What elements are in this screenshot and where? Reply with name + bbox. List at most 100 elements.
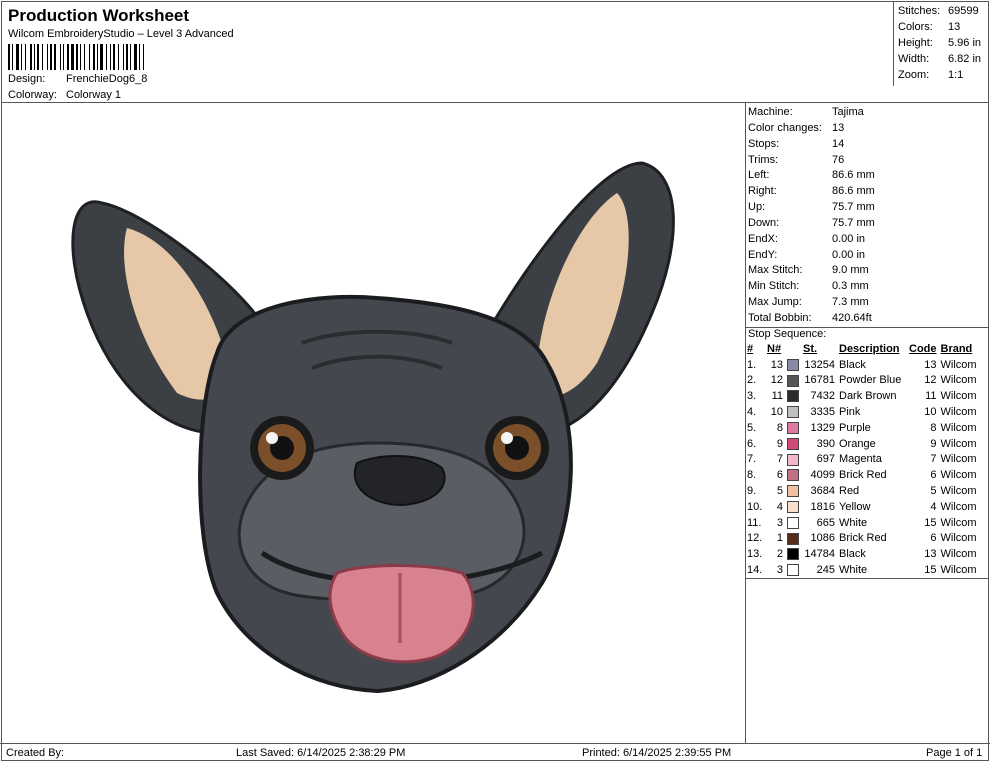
color-swatch — [785, 531, 801, 547]
col-swatch-header — [785, 341, 801, 357]
row-index: 8. — [747, 469, 757, 482]
row-index: 13. — [747, 548, 763, 561]
color-description: Black — [839, 358, 866, 371]
stitch-count: 3684 — [810, 485, 835, 498]
trims-value: 76 — [832, 154, 845, 166]
swatch-square — [787, 516, 799, 529]
design-label: Design: — [8, 73, 46, 85]
stops-value: 14 — [832, 138, 845, 150]
down-label: Down: — [748, 217, 780, 229]
table-row: 11. 3 665 White 15 Wilcom — [745, 515, 979, 531]
needle-number: 8 — [776, 421, 783, 434]
row-index: 3. — [747, 390, 757, 403]
total-bobbin-value: 420.64ft — [832, 312, 872, 324]
stop-table-divider — [746, 578, 989, 579]
table-row: 10. 4 1816 Yellow 4 Wilcom — [745, 499, 979, 515]
last-saved: Last Saved: 6/14/2025 2:38:29 PM — [236, 747, 406, 759]
table-row: 8. 6 4099 Brick Red 6 Wilcom — [745, 467, 979, 483]
thread-brand: Wilcom — [940, 453, 977, 466]
color-code: 8 — [930, 421, 937, 434]
row-index: 14. — [747, 564, 763, 577]
design-value: FrenchieDog6_8 — [66, 73, 148, 85]
endy-value: 0.00 in — [832, 249, 866, 261]
color-code: 6 — [930, 469, 937, 482]
color-swatch — [785, 436, 801, 452]
swatch-square — [787, 548, 799, 561]
color-code: 5 — [930, 485, 937, 498]
width-label: Width: — [898, 53, 930, 65]
row-index: 9. — [747, 485, 757, 498]
needle-number: 12 — [770, 374, 783, 387]
stitch-count: 390 — [816, 437, 835, 450]
table-row: 12. 1 1086 Brick Red 6 Wilcom — [745, 531, 979, 547]
color-swatch — [785, 357, 801, 373]
stop-sequence-table: # N# St. Description Code Brand 1. 13 1325… — [745, 341, 979, 578]
needle-number: 3 — [776, 516, 783, 529]
min-stitch-value: 0.3 mm — [832, 280, 869, 292]
stitch-count: 4099 — [810, 469, 835, 482]
swatch-square — [787, 532, 799, 545]
swatch-square — [787, 421, 799, 434]
up-label: Up: — [748, 201, 766, 213]
needle-number: 13 — [770, 358, 783, 371]
needle-number: 6 — [776, 469, 783, 482]
swatch-square — [787, 500, 799, 513]
page-number: Page 1 of 1 — [926, 747, 983, 759]
color-swatch — [785, 515, 801, 531]
color-description: Magenta — [839, 453, 882, 466]
stitch-count: 1086 — [810, 532, 835, 545]
col-stitches-header: St. — [803, 342, 818, 355]
table-row: 7. 7 697 Magenta 7 Wilcom — [745, 452, 979, 468]
needle-number: 2 — [776, 548, 783, 561]
swatch-square — [787, 374, 799, 387]
row-index: 2. — [747, 374, 757, 387]
total-bobbin-label: Total Bobbin: — [748, 312, 812, 324]
printed-date: Printed: 6/14/2025 2:39:55 PM — [582, 747, 732, 759]
stops-label: Stops: — [748, 138, 780, 150]
thread-brand: Wilcom — [940, 532, 977, 545]
height-label: Height: — [898, 37, 933, 49]
col-brand-header: Brand — [940, 342, 973, 355]
col-needle-header: N# — [767, 342, 782, 355]
colorway-label: Colorway: — [8, 89, 57, 101]
color-code: 10 — [924, 406, 937, 419]
color-code: 13 — [924, 548, 937, 561]
stitches-label: Stitches: — [898, 5, 941, 17]
zoom-value: 1:1 — [948, 69, 964, 81]
row-index: 1. — [747, 358, 757, 371]
table-row: 1. 13 13254 Black 13 Wilcom — [745, 357, 979, 373]
colors-value: 13 — [948, 21, 961, 33]
stitch-count: 1329 — [810, 421, 835, 434]
color-code: 6 — [930, 532, 937, 545]
color-code: 9 — [930, 437, 937, 450]
color-description: Orange — [839, 437, 876, 450]
zoom-label: Zoom: — [898, 69, 930, 81]
stitch-count: 13254 — [804, 358, 835, 371]
color-description: Brick Red — [839, 532, 887, 545]
color-description: Brick Red — [839, 469, 887, 482]
needle-number: 1 — [776, 532, 783, 545]
color-swatch — [785, 420, 801, 436]
needle-number: 7 — [776, 453, 783, 466]
color-description: Yellow — [839, 500, 871, 513]
color-code: 15 — [924, 516, 937, 529]
color-description: Red — [839, 485, 860, 498]
stitches-value: 69599 — [948, 5, 979, 17]
stitch-count: 665 — [816, 516, 835, 529]
color-description: Powder Blue — [839, 374, 902, 387]
needle-number: 5 — [776, 485, 783, 498]
thread-brand: Wilcom — [940, 564, 977, 577]
row-index: 10. — [747, 500, 763, 513]
barcode — [8, 44, 144, 70]
stitch-count: 3335 — [810, 406, 835, 419]
thread-brand: Wilcom — [940, 516, 977, 529]
stitch-count: 697 — [816, 453, 835, 466]
stitch-count: 245 — [816, 564, 835, 577]
left-label: Left: — [748, 169, 770, 181]
stitch-count: 16781 — [804, 374, 835, 387]
needle-number: 4 — [776, 500, 783, 513]
thread-brand: Wilcom — [940, 437, 977, 450]
row-index: 5. — [747, 421, 757, 434]
col-description-header: Description — [839, 342, 900, 355]
swatch-square — [787, 358, 799, 371]
